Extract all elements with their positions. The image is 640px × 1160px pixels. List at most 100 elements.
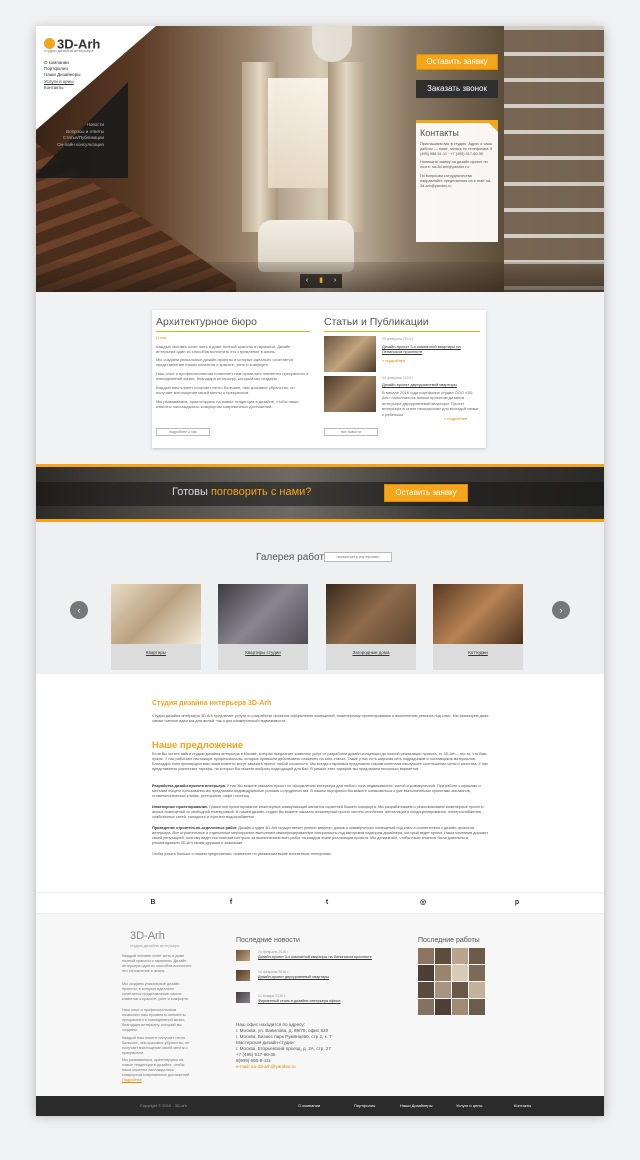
news-link-2[interactable]: Дизайн-проект двухуровневой квартиры (382, 382, 480, 387)
footer-nav-designers[interactable]: Наши Дизайнеры (400, 1103, 432, 1108)
gallery-next-icon[interactable]: › (552, 601, 570, 619)
menu-item-contacts[interactable]: Контакты (44, 85, 81, 91)
menu-item-designers[interactable]: Наши Дизайнеры (44, 72, 81, 78)
gallery-caption[interactable]: Загородные дома (326, 650, 416, 655)
about-p3: Наш опыт и профессионализм позволяет нам… (156, 371, 309, 382)
footer-nav-contacts[interactable]: Контакты (514, 1103, 531, 1108)
work-thumb[interactable] (469, 999, 485, 1015)
hero-banner: 3D-Arh студия дизайна интерьера О компан… (36, 26, 604, 292)
offer-p5: Чтобы узнать больше о нашем предложении,… (152, 852, 332, 856)
about-title-rule (156, 331, 310, 332)
gallery-prev-icon[interactable]: ‹ (70, 601, 88, 619)
work-thumb[interactable] (452, 965, 468, 981)
news-more-1[interactable]: » подробнее (382, 358, 405, 363)
gallery-item[interactable]: Загородные дома (326, 584, 416, 670)
menu-item-consultation[interactable]: Он-лайн консультация (57, 142, 104, 149)
footer-logo-subtitle: студия дизайна интерьера (130, 943, 180, 948)
menu-item-news[interactable]: Новости (57, 122, 104, 129)
offer-p4: Проведение строительно-отделочных работ.… (152, 826, 492, 846)
work-thumb[interactable] (418, 999, 434, 1015)
slider-prev-icon[interactable]: ‹ (302, 276, 312, 286)
all-news-button[interactable]: все новости (324, 428, 378, 436)
about-p2: Мы создаем уникальные дизайн-проекты в к… (156, 357, 293, 368)
logo-subtitle: студия дизайна интерьера (44, 48, 94, 53)
gallery-caption[interactable]: Квартиры (111, 650, 201, 655)
footer-nav-about[interactable]: О компании (298, 1103, 320, 1108)
slider-pause-icon[interactable]: ▮ (316, 276, 326, 286)
work-thumb[interactable] (418, 982, 434, 998)
menu-item-faq[interactable]: Вопросы и ответы (57, 129, 104, 136)
cta-text-accent: поговорить с нами? (210, 486, 312, 498)
twitter-icon[interactable]: t (322, 898, 332, 908)
facebook-icon[interactable]: f (226, 898, 236, 908)
footer-p5: Мы развиваемся, ориентируясь на новые те… (122, 1058, 194, 1083)
call-button[interactable]: Заказать звонок (416, 80, 498, 98)
cta-banner: Готовы поговорить с нами? Оставить заявк… (36, 464, 604, 522)
gallery-caption[interactable]: Квартиры студии (218, 650, 308, 655)
work-thumb[interactable] (452, 999, 468, 1015)
gallery-item[interactable]: Квартиры студии (218, 584, 308, 670)
contacts-box: Контакты Приглашаем вас в студию. Адрес … (416, 120, 498, 242)
about-p5: Мы развиваемся, ориентируясь на новые те… (156, 399, 299, 410)
work-thumb[interactable] (452, 982, 468, 998)
gallery-item[interactable]: Квартиры (111, 584, 201, 670)
instagram-icon[interactable]: ◎ (418, 898, 428, 908)
footer-more-link[interactable]: Подробнее (122, 1078, 142, 1082)
work-thumb[interactable] (469, 965, 485, 981)
footer-news-date: 24 февраля 2016 г. (258, 950, 289, 954)
work-thumb[interactable] (435, 999, 451, 1015)
work-thumb[interactable] (452, 948, 468, 964)
footer-nav-portfolio[interactable]: Портфолио (354, 1103, 375, 1108)
news-thumb-1[interactable] (324, 336, 376, 372)
email-link[interactable]: e-mail: sa-3d-arh@yandex.ru (236, 1064, 396, 1070)
news-more-2[interactable]: » подробнее (444, 416, 467, 421)
about-title: Архитектурное бюро (156, 316, 257, 328)
cta-request-button[interactable]: Оставить заявку (384, 484, 468, 502)
footer-nav-services[interactable]: Услуги и цены (456, 1103, 482, 1108)
gallery-image (326, 584, 416, 644)
work-thumb[interactable] (435, 965, 451, 981)
cta-text: Готовы поговорить с нами? (172, 486, 311, 498)
work-thumb[interactable] (418, 965, 434, 981)
gallery-image (433, 584, 523, 644)
footer-logo[interactable]: 3D-Arh (130, 930, 165, 942)
work-thumb[interactable] (435, 982, 451, 998)
footer-p1: Каждый человек хочет жить в доме полный … (122, 954, 192, 973)
news-thumb-2[interactable] (324, 376, 376, 412)
vk-icon[interactable]: B (148, 898, 158, 908)
footer-p4: Каждый наш клиент получает нечто большее… (122, 1036, 190, 1055)
article-title: Студия дизайна интерьера 3D-Arh (152, 700, 272, 707)
footer-news-thumb[interactable] (236, 950, 250, 961)
footer-news-title: Последние новости (236, 937, 300, 944)
slider-nav: ‹ ▮ › (300, 274, 342, 288)
pinterest-icon[interactable]: p (512, 898, 522, 908)
gallery-caption[interactable]: Коттеджи (433, 650, 523, 655)
work-thumb[interactable] (435, 948, 451, 964)
offer-p3: Инженерное проектирование. Грамотное про… (152, 805, 492, 820)
footer-news-thumb[interactable] (236, 992, 250, 1003)
request-button[interactable]: Оставить заявку (416, 54, 498, 70)
footer-news-link[interactable]: Дизайн-проект 3-х комнатной квартиры на … (258, 955, 372, 959)
about-link[interactable]: О нас (156, 335, 167, 340)
work-thumb[interactable] (469, 948, 485, 964)
slider-next-icon[interactable]: › (330, 276, 340, 286)
news-date-2: 04 февраля 2016 г. (382, 376, 414, 380)
news-title-rule (324, 331, 480, 332)
work-thumb[interactable] (469, 982, 485, 998)
gallery-item[interactable]: Коттеджи (433, 584, 523, 670)
footer-address: Наш офис находится по адресу: г. Москва,… (236, 1022, 396, 1070)
cta-text-lead: Готовы (172, 486, 211, 498)
offer-p2: Разработка дизайн-проекта интерьера. У н… (152, 784, 492, 799)
footer-news-thumb[interactable] (236, 970, 250, 981)
chandelier-image (312, 26, 352, 62)
about-more-button[interactable]: подробнее о нас (156, 428, 210, 436)
news-link-1[interactable]: Дизайн-проект 3-х комнатной квартиры на … (382, 344, 480, 354)
menu-item-articles[interactable]: Статьи/Публикации (57, 135, 104, 142)
footer-news-link[interactable]: Фирменный стиль в дизайне интерьера офис… (258, 999, 340, 1003)
cta-bar (36, 482, 604, 506)
footer-news-date: 21 января 2016 г. (258, 994, 286, 998)
portfolio-button[interactable]: посмотреть портфолио (324, 552, 392, 562)
work-thumb[interactable] (418, 948, 434, 964)
offer-p1: Если Вы хотите найти студию дизайна инте… (152, 752, 488, 771)
footer-news-link[interactable]: Дизайн-проект двухуровневой квартиры (258, 975, 329, 979)
